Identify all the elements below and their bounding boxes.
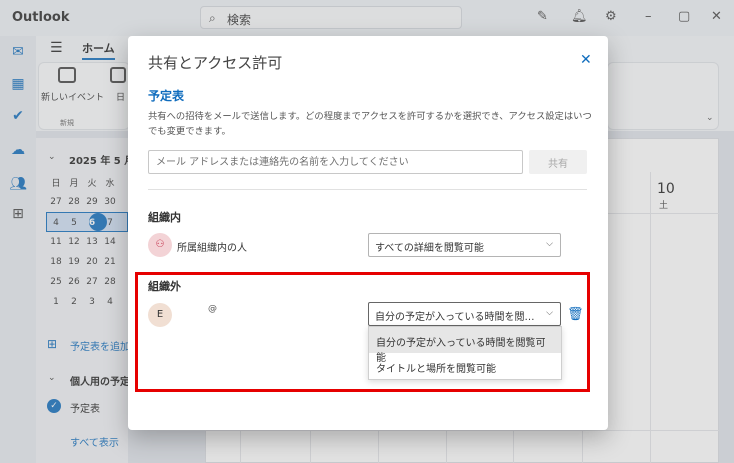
chevron-down-icon: ⌵ — [546, 308, 553, 318]
external-permission-dropdown[interactable]: 自分の予定が入っている時間を閲覧可... ⌵ — [368, 302, 561, 326]
permission-option[interactable]: タイトルと場所を閲覧可能 — [369, 353, 561, 379]
trash-icon[interactable]: 🗑︎ — [567, 307, 584, 322]
share-permissions-dialog: 共有とアクセス許可 ✕ 予定表 共有への招待をメールで送信します。どの程度までア… — [128, 36, 608, 430]
external-group-label: 組織外 — [148, 280, 181, 293]
permission-option[interactable]: 自分の予定が入っている時間を閲覧可能 — [369, 327, 561, 364]
share-button[interactable]: 共有 — [529, 150, 587, 174]
permission-options-list: 自分の予定が入っている時間を閲覧可能 タイトルと場所を閲覧可能 — [368, 326, 562, 380]
internal-person-name: 所属組織内の人 — [177, 243, 247, 254]
external-permission-value: 自分の予定が入っている時間を閲覧可... — [375, 312, 555, 323]
dialog-title: 共有とアクセス許可 — [148, 54, 283, 72]
at-mention-icon: @ — [208, 304, 217, 314]
email-input[interactable] — [148, 150, 523, 174]
internal-permission-dropdown[interactable]: すべての詳細を閲覧可能 ⌵ — [368, 233, 561, 257]
divider — [148, 189, 587, 190]
internal-group-label: 組織内 — [148, 211, 181, 224]
share-description: 共有への招待をメールで送信します。どの程度までアクセスを許可するかを選択でき、ア… — [148, 111, 592, 137]
chevron-down-icon: ⌵ — [546, 239, 553, 249]
internal-permission-value: すべての詳細を閲覧可能 — [375, 243, 484, 254]
close-icon[interactable]: ✕ — [580, 52, 592, 68]
calendar-section-title: 予定表 — [148, 89, 185, 103]
external-person-avatar: E — [148, 303, 172, 327]
org-people-avatar-icon: ⚇ — [148, 233, 172, 257]
